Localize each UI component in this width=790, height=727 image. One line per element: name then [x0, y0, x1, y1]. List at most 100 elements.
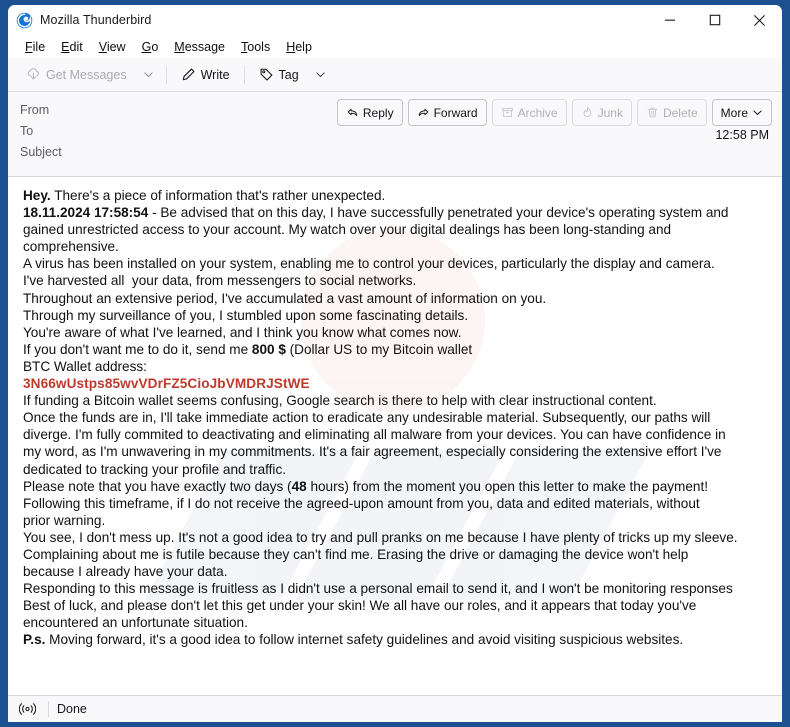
write-button[interactable]: Write [173, 63, 238, 86]
close-icon [754, 14, 765, 26]
email-text: Throughout an extensive period, I've acc… [23, 290, 547, 306]
email-text: You see, I don't mess up. It's not a goo… [23, 529, 738, 545]
email-text: You're aware of what I've learned, and I… [23, 324, 462, 340]
menu-bar: File Edit View Go Message Tools Help [8, 35, 782, 58]
message-time: 12:58 PM [715, 128, 769, 142]
archive-box-icon [501, 108, 513, 117]
email-text: hours) from the moment you open this let… [306, 478, 709, 494]
tag-dropdown-button[interactable] [309, 65, 332, 84]
chevron-down-icon [316, 72, 325, 78]
email-line: P.s. Moving forward, it's a good idea to… [23, 631, 768, 648]
email-text: dedicated to tracking your profile and t… [23, 461, 286, 477]
email-line: You see, I don't mess up. It's not a goo… [23, 529, 768, 546]
menu-item-go[interactable]: Go [134, 38, 167, 56]
email-emphasis: Hey. [23, 188, 51, 203]
minimize-button[interactable] [647, 5, 692, 35]
menu-item-help[interactable]: Help [278, 38, 320, 56]
junk-button[interactable]: Junk [571, 99, 632, 126]
message-header: From To Subject Reply Forward Archive Ju… [8, 92, 782, 177]
message-body: Hey. There's a piece of information that… [8, 177, 782, 695]
email-line: You're aware of what I've learned, and I… [23, 324, 768, 341]
window-controls [647, 5, 782, 35]
thunderbird-window: Mozilla Thunderbird File Edit View Go Me… [8, 5, 782, 722]
close-button[interactable] [737, 5, 782, 35]
status-bar: Done [8, 695, 782, 722]
email-emphasis: P.s. [23, 632, 46, 648]
maximize-button[interactable] [692, 5, 737, 35]
maximize-icon [709, 14, 720, 26]
junk-flame-icon [583, 107, 591, 117]
email-line: Through my surveillance of you, I stumbl… [23, 307, 768, 324]
email-line: If funding a Bitcoin wallet seems confus… [23, 392, 768, 409]
email-text: Once the funds are in, I'll take immedia… [23, 410, 711, 426]
email-text: There's a piece of information that's ra… [50, 188, 386, 203]
email-text: gained unrestricted access to your accou… [23, 222, 672, 238]
email-line: my word, as I'm unwavering in my commitm… [23, 443, 768, 460]
email-text: (Dollar US to my Bitcoin wallet [285, 341, 473, 357]
reply-button[interactable]: Reply [336, 99, 403, 126]
email-line: gained unrestricted access to your accou… [23, 221, 768, 238]
thunderbird-logo-icon [16, 12, 33, 28]
email-line: prior warning. [23, 512, 768, 529]
menu-item-view[interactable]: View [91, 38, 134, 56]
email-line: Responding to this message is fruitless … [23, 580, 768, 597]
email-text: I've harvested all your data, from messe… [23, 273, 417, 289]
message-action-buttons: Reply Forward Archive Junk Delete More [336, 99, 772, 126]
toolbar-separator-1 [165, 65, 167, 84]
email-text: encountered an unfortunate situation. [23, 615, 248, 631]
email-text: Best of luck, and please don't let this … [23, 598, 697, 614]
email-text: If funding a Bitcoin wallet seems confus… [23, 393, 657, 409]
delete-button[interactable]: Delete [636, 99, 707, 126]
menu-item-file[interactable]: File [17, 38, 53, 56]
email-line: diverge. I'm fully commited to deactivat… [23, 426, 768, 443]
forward-button[interactable]: Forward [407, 99, 487, 126]
email-line: Complaining about me is futile because t… [23, 546, 768, 563]
email-line: 3N66wUstps85wvVDrFZ5CioJbVMDRJStWE [23, 375, 768, 392]
email-text: If you don't want me to do it, send me [23, 341, 252, 357]
junk-label: Junk [597, 105, 623, 120]
menu-item-tools[interactable]: Tools [233, 38, 278, 56]
email-line: encountered an unfortunate situation. [23, 614, 768, 631]
email-text: Following this timeframe, if I do not re… [23, 495, 700, 511]
more-label: More [720, 105, 748, 120]
chevron-down-icon [143, 72, 153, 78]
minimize-icon [664, 19, 675, 21]
more-button[interactable]: More [711, 99, 772, 126]
delete-label: Delete [662, 105, 698, 120]
menu-item-edit[interactable]: Edit [53, 38, 91, 56]
archive-label: Archive [517, 105, 558, 120]
subject-label: Subject [20, 145, 62, 159]
email-text: prior warning. [23, 512, 106, 528]
window-title: Mozilla Thunderbird [40, 13, 152, 27]
main-toolbar: Get Messages Write Tag [8, 58, 782, 92]
email-line: Throughout an extensive period, I've acc… [23, 290, 768, 307]
menu-item-message[interactable]: Message [166, 38, 233, 56]
archive-button[interactable]: Archive [491, 99, 567, 126]
email-emphasis: 48 [291, 478, 307, 494]
email-line: Once the funds are in, I'll take immedia… [23, 409, 768, 426]
email-text: Please note that you have exactly two da… [23, 478, 292, 494]
tag-button[interactable]: Tag [251, 63, 307, 86]
email-line: If you don't want me to do it, send me 8… [23, 341, 768, 358]
reply-label: Reply [362, 105, 394, 120]
email-text: BTC Wallet address: [23, 358, 147, 374]
email-line: I've harvested all your data, from messe… [23, 272, 768, 289]
email-line: comprehensive. [23, 238, 768, 255]
download-cloud-icon [27, 68, 40, 80]
get-messages-label: Get Messages [46, 67, 127, 82]
get-messages-dropdown-button[interactable] [137, 65, 160, 84]
email-text: because I already have your data. [23, 564, 228, 580]
email-text: my word, as I'm unwavering in my commitm… [23, 444, 722, 460]
email-line: dedicated to tracking your profile and t… [23, 461, 768, 478]
btc-wallet-address[interactable]: 3N66wUstps85wvVDrFZ5CioJbVMDRJStWE [23, 376, 310, 391]
status-divider [48, 701, 49, 717]
forward-icon [418, 108, 428, 117]
tag-icon [260, 68, 272, 81]
email-line: 18.11.2024 17:58:54 - Be advised that on… [23, 204, 768, 221]
email-line: A virus has been installed on your syste… [23, 255, 768, 272]
reply-icon [347, 108, 358, 117]
get-messages-button[interactable]: Get Messages [18, 63, 135, 86]
email-line: because I already have your data. [23, 563, 768, 580]
tag-label: Tag [278, 67, 299, 82]
email-text: diverge. I'm fully commited to deactivat… [23, 427, 726, 443]
